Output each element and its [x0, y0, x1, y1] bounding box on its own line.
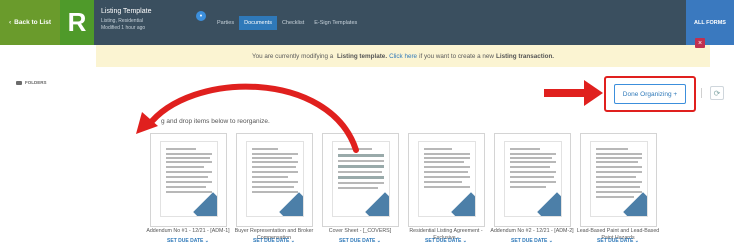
chevron-left-icon: ‹: [8, 19, 12, 26]
plus-icon: +: [673, 90, 678, 98]
banner-middle: if you want to create a new: [419, 52, 494, 60]
back-to-list-label: Back to List: [14, 19, 51, 26]
document-thumbnail: [590, 141, 648, 217]
document-thumbnail: [418, 141, 476, 217]
tab-parties[interactable]: Parties: [212, 16, 239, 30]
straight-arrow-head: [584, 80, 603, 106]
document-title: Cover Sheet - [_COVERS]: [328, 228, 392, 234]
straight-arrow-shaft: [544, 89, 586, 97]
set-due-date-button[interactable]: SET DUE DATE ⌄: [146, 238, 230, 244]
close-icon[interactable]: ×: [695, 38, 705, 48]
folder-icon: [16, 80, 22, 85]
document-thumbnail: [332, 141, 390, 217]
template-banner: You are currently modifying a Listing te…: [96, 45, 710, 67]
template-type: Listing, Residential: [101, 18, 143, 24]
banner-click-here-link[interactable]: Click here: [389, 53, 417, 60]
document-title: Addendum No #2 - 12/21 - [ADM-2]: [490, 228, 574, 234]
template-title: Listing Template: [101, 8, 152, 15]
document-thumbnail: [246, 141, 304, 217]
curved-arrow-head: [136, 112, 158, 134]
document-card[interactable]: [236, 133, 313, 227]
document-thumbnail: [504, 141, 562, 217]
template-modified: Modified 1 hour ago: [101, 25, 146, 31]
tab-checklist[interactable]: Checklist: [277, 16, 309, 30]
top-bar: ‹ Back to List R Listing Template Listin…: [0, 0, 734, 45]
document-thumbnail: [160, 141, 218, 217]
reorganize-instruction: g and drop items below to reorganize.: [161, 118, 270, 125]
done-organizing-button[interactable]: Done Organizing +: [614, 84, 686, 104]
folders-label: FOLDERS: [25, 80, 47, 85]
banner-transaction-word: Listing transaction.: [495, 52, 555, 60]
app-logo: R: [60, 0, 94, 45]
folders-header[interactable]: FOLDERS: [16, 80, 47, 85]
document-card[interactable]: [408, 133, 485, 227]
done-organizing-label: Done Organizing: [622, 90, 672, 98]
document-card[interactable]: [580, 133, 657, 227]
document-card[interactable]: [322, 133, 399, 227]
tab-esign-templates[interactable]: E-Sign Templates: [309, 16, 362, 30]
template-meta: Listing, Residential Modified 1 hour ago: [101, 18, 145, 32]
info-icon[interactable]: •: [196, 11, 206, 21]
document-card[interactable]: [494, 133, 571, 227]
set-due-date-button[interactable]: SET DUE DATE ⌄: [318, 238, 402, 244]
refresh-icon[interactable]: ⟳: [710, 86, 724, 100]
tab-bar: Parties Documents Checklist E-Sign Templ…: [212, 16, 362, 30]
divider: [701, 88, 702, 98]
document-card[interactable]: [150, 133, 227, 227]
document-title: Addendum No #1 - 12/21 - [ADM-1]: [146, 228, 230, 234]
set-due-date-button[interactable]: SET DUE DATE ⌄: [404, 238, 488, 244]
set-due-date-button[interactable]: SET DUE DATE ⌄: [232, 238, 316, 244]
set-due-date-button[interactable]: SET DUE DATE ⌄: [490, 238, 574, 244]
all-forms-button[interactable]: ALL FORMS: [686, 0, 734, 45]
banner-template-word: Listing template.: [337, 52, 388, 60]
back-to-list-button[interactable]: ‹ Back to List: [0, 0, 60, 45]
banner-prefix: You are currently modifying a: [251, 52, 334, 60]
tab-documents[interactable]: Documents: [239, 16, 277, 30]
set-due-date-button[interactable]: SET DUE DATE ⌄: [576, 238, 660, 244]
